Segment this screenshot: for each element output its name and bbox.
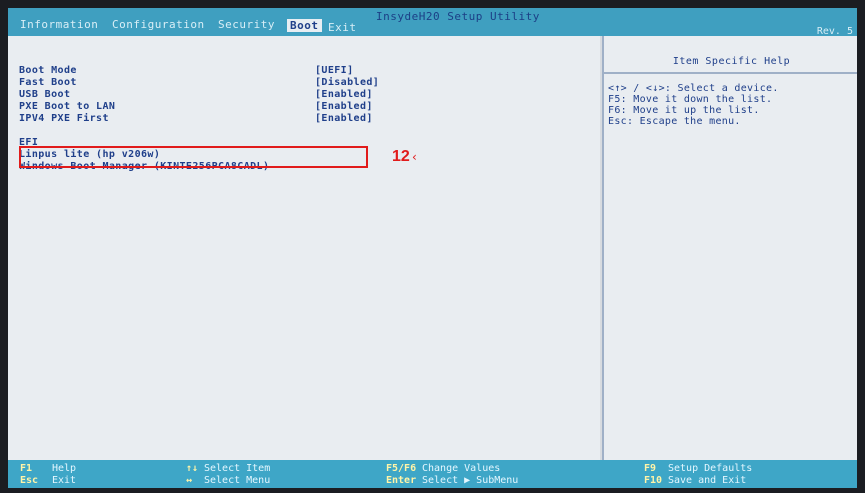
- help-panel: Item Specific Help <↑> / <↓>: Select a d…: [602, 36, 857, 460]
- ipv4-pxe-label: IPV4 PXE First: [19, 113, 109, 124]
- fast-boot-value[interactable]: [Disabled]: [315, 77, 379, 88]
- utility-title: InsydeH20 Setup Utility: [376, 10, 540, 23]
- help-line: <↑> / <↓>: Select a device.: [608, 83, 779, 94]
- pxe-boot-label: PXE Boot to LAN: [19, 101, 116, 112]
- boot-mode-label: Boot Mode: [19, 65, 77, 76]
- callout-number: 12: [392, 148, 410, 165]
- key-f5f6-text: Change Values: [422, 463, 501, 474]
- key-updown-text: Select Item: [204, 463, 271, 474]
- fast-boot-row[interactable]: Fast Boot [Disabled]: [19, 77, 379, 88]
- key-esc: Esc: [20, 475, 39, 486]
- key-f5f6: F5/F6: [386, 463, 417, 474]
- key-f1: F1: [20, 463, 33, 474]
- help-title: Item Specific Help: [672, 56, 791, 67]
- help-line: Esc: Escape the menu.: [608, 116, 741, 127]
- key-f10: F10: [644, 475, 663, 486]
- menu-bar: InsydeH20 Setup Utility Information Conf…: [8, 8, 857, 37]
- fast-boot-label: Fast Boot: [19, 77, 77, 88]
- tab-security[interactable]: Security: [218, 18, 275, 31]
- key-enter-text: Select ▶ SubMenu: [422, 475, 519, 486]
- ipv4-pxe-value[interactable]: [Enabled]: [315, 113, 373, 124]
- key-f1-text: Help: [52, 463, 77, 474]
- key-help-bar: F1 Help Esc Exit ↑↓ Select Item ↔ Select…: [8, 460, 857, 488]
- boot-mode-row[interactable]: Boot Mode [UEFI]: [19, 65, 353, 76]
- key-leftright-text: Select Menu: [204, 475, 271, 486]
- help-line: F5: Move it down the list.: [608, 94, 773, 105]
- highlight-box: [19, 146, 368, 168]
- key-leftright: ↔: [186, 475, 193, 486]
- bios-screen: InsydeH20 Setup Utility Information Conf…: [8, 8, 857, 488]
- key-f9: F9: [644, 463, 657, 474]
- ipv4-pxe-row[interactable]: IPV4 PXE First [Enabled]: [19, 113, 372, 124]
- usb-boot-value[interactable]: [Enabled]: [315, 89, 373, 100]
- boot-mode-value[interactable]: [UEFI]: [315, 65, 354, 76]
- usb-boot-label: USB Boot: [19, 89, 71, 100]
- key-updown: ↑↓: [186, 463, 199, 474]
- key-esc-text: Exit: [52, 475, 77, 486]
- tab-exit[interactable]: Exit: [328, 21, 357, 34]
- help-header: Item Specific Help: [604, 36, 857, 74]
- boot-settings-panel: Boot Mode [UEFI] Fast Boot [Disabled] US…: [8, 36, 600, 460]
- tab-configuration[interactable]: Configuration: [112, 18, 205, 31]
- help-text: <↑> / <↓>: Select a device. F5: Move it …: [608, 83, 779, 127]
- pxe-boot-value[interactable]: [Enabled]: [315, 101, 373, 112]
- tab-boot[interactable]: Boot: [287, 19, 322, 32]
- key-f9-text: Setup Defaults: [668, 463, 753, 474]
- key-f10-text: Save and Exit: [668, 475, 747, 486]
- help-line: F6: Move it up the list.: [608, 105, 760, 116]
- callout-arrow-icon: ‹: [412, 150, 417, 164]
- key-enter: Enter: [386, 475, 417, 486]
- usb-boot-row[interactable]: USB Boot [Enabled]: [19, 89, 372, 100]
- pxe-boot-row[interactable]: PXE Boot to LAN [Enabled]: [19, 101, 372, 112]
- tab-information[interactable]: Information: [20, 18, 98, 31]
